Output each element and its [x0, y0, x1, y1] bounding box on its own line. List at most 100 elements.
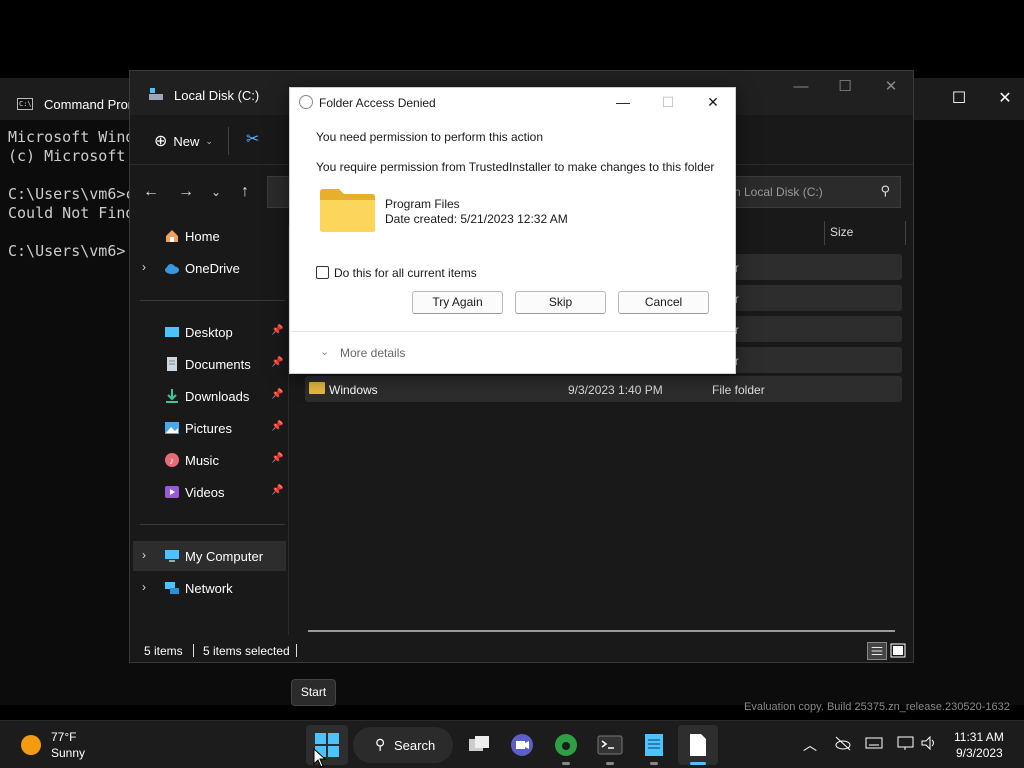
clock-date[interactable]: 9/3/2023: [956, 746, 1003, 760]
search-box[interactable]: h Local Disk (C:) ⚲: [725, 176, 901, 208]
toolbar-divider: [228, 127, 229, 155]
details-view-icon[interactable]: [867, 642, 887, 660]
document-icon: [690, 734, 706, 756]
explorer-title: Local Disk (C:): [174, 88, 260, 103]
folder-icon: [320, 189, 375, 232]
desktop-icon: [165, 327, 179, 337]
weather-temperature[interactable]: 77°F: [51, 730, 76, 744]
nav-item-pictures[interactable]: Pictures 📌: [130, 413, 285, 443]
cut-icon[interactable]: ✂: [246, 129, 259, 149]
edge-browser-icon[interactable]: [550, 729, 582, 761]
column-header-size[interactable]: Size: [830, 225, 853, 239]
pin-icon: 📌: [271, 485, 284, 496]
teams-chat-icon[interactable]: [506, 729, 538, 761]
more-details-toggle[interactable]: More details: [340, 346, 405, 360]
file-row[interactable]: Windows 9/3/2023 1:40 PM File folder: [305, 376, 902, 402]
explorer-minimize-button[interactable]: —: [786, 77, 816, 97]
recent-locations-chevron-icon[interactable]: ⌄: [206, 185, 226, 199]
cmd-line: (c) Microsoft: [8, 147, 126, 165]
new-button[interactable]: ⊕ New ⌄: [148, 128, 219, 154]
start-tooltip: Start: [291, 679, 336, 706]
nav-item-label: My Computer: [185, 549, 264, 564]
nav-item-videos[interactable]: Videos 📌: [130, 477, 285, 507]
download-icon: [166, 389, 178, 403]
column-divider[interactable]: [824, 221, 825, 245]
apply-all-checkbox[interactable]: [316, 266, 329, 279]
nav-item-home[interactable]: Home: [130, 221, 285, 251]
weather-condition[interactable]: Sunny: [51, 746, 85, 760]
nav-divider: [140, 524, 285, 525]
nav-item-desktop[interactable]: Desktop 📌: [130, 317, 285, 347]
status-divider: [296, 644, 297, 657]
terminal-icon[interactable]: [594, 729, 626, 761]
search-icon: ⚲: [880, 183, 890, 198]
nav-item-documents[interactable]: Documents 📌: [130, 349, 285, 379]
folder-name: Program Files: [385, 197, 460, 211]
network-icon[interactable]: [897, 735, 915, 751]
notepad-icon[interactable]: [638, 729, 670, 761]
nav-item-label: Music: [185, 453, 219, 468]
try-again-button[interactable]: Try Again: [412, 291, 503, 314]
folder-access-denied-dialog[interactable]: Folder Access Denied — ☐ ✕ You need perm…: [289, 87, 736, 374]
dialog-message: You require permission from TrustedInsta…: [316, 160, 715, 174]
active-indicator: [690, 762, 706, 765]
up-arrow-icon[interactable]: ↑: [235, 183, 255, 201]
chevron-right-icon[interactable]: ›: [142, 260, 146, 274]
plus-circle-icon: ⊕: [154, 133, 168, 150]
music-icon: ♪: [165, 453, 179, 467]
nav-item-network[interactable]: › Network: [130, 573, 285, 603]
clock-time[interactable]: 11:31 AM: [954, 730, 1004, 744]
svg-text:♪: ♪: [169, 456, 174, 467]
cmd-close-button[interactable]: ✕: [990, 90, 1020, 108]
file-explorer-taskbar-button[interactable]: [678, 725, 718, 765]
cloud-icon: [165, 264, 179, 274]
pin-icon: 📌: [271, 357, 284, 368]
explorer-close-button[interactable]: ✕: [876, 77, 906, 97]
nav-item-onedrive[interactable]: › OneDrive: [130, 253, 285, 283]
nav-item-downloads[interactable]: Downloads 📌: [130, 381, 285, 411]
address-bar[interactable]: [267, 176, 289, 208]
onedrive-offline-icon[interactable]: [834, 735, 852, 751]
back-arrow-icon[interactable]: ←: [141, 183, 161, 201]
nav-item-label: Pictures: [185, 421, 232, 436]
pin-icon: 📌: [271, 453, 284, 464]
cmd-line: C:\Users\vm6>: [8, 242, 126, 260]
running-indicator: [606, 762, 614, 765]
column-divider[interactable]: [905, 221, 906, 245]
chevron-right-icon[interactable]: ›: [142, 548, 146, 562]
task-view-icon[interactable]: [463, 729, 495, 761]
chevron-up-icon[interactable]: ︿: [803, 735, 817, 755]
keyboard-icon[interactable]: [865, 735, 883, 751]
nav-item-label: Desktop: [185, 325, 233, 340]
pictures-icon: [165, 422, 179, 434]
dialog-maximize-button: ☐: [661, 94, 675, 110]
dialog-titlebar[interactable]: Folder Access Denied — ☐ ✕: [290, 88, 735, 116]
drive-icon: [149, 88, 163, 100]
sun-icon[interactable]: [21, 735, 41, 755]
nav-item-label: Documents: [185, 357, 251, 372]
nav-divider: [140, 300, 285, 301]
clock-icon: [299, 95, 313, 109]
cmd-maximize-button[interactable]: ☐: [944, 90, 974, 108]
videos-icon: [165, 486, 179, 498]
nav-item-music[interactable]: ♪ Music 📌: [130, 445, 285, 475]
cmd-app-icon: C:\: [17, 98, 33, 110]
explorer-maximize-button[interactable]: ☐: [830, 77, 860, 97]
selected-count: 5 items selected: [203, 644, 290, 658]
tiles-view-icon[interactable]: [890, 642, 906, 660]
apply-all-label[interactable]: Do this for all current items: [334, 266, 477, 280]
dialog-minimize-button[interactable]: —: [608, 92, 638, 112]
volume-icon[interactable]: [920, 735, 938, 751]
taskbar-search-button[interactable]: ⚲ Search: [353, 727, 453, 763]
chevron-down-icon[interactable]: ⌄: [320, 345, 329, 358]
item-count: 5 items: [144, 644, 183, 658]
dialog-close-button[interactable]: ✕: [698, 92, 728, 112]
chevron-right-icon[interactable]: ›: [142, 580, 146, 594]
nav-item-my-computer[interactable]: › My Computer: [133, 541, 286, 571]
cancel-button[interactable]: Cancel: [618, 291, 709, 314]
new-button-label: New: [173, 133, 200, 149]
skip-button[interactable]: Skip: [515, 291, 606, 314]
taskbar-search-label: Search: [394, 738, 436, 753]
forward-arrow-icon[interactable]: →: [176, 183, 196, 201]
horizontal-scrollbar[interactable]: [308, 630, 895, 632]
